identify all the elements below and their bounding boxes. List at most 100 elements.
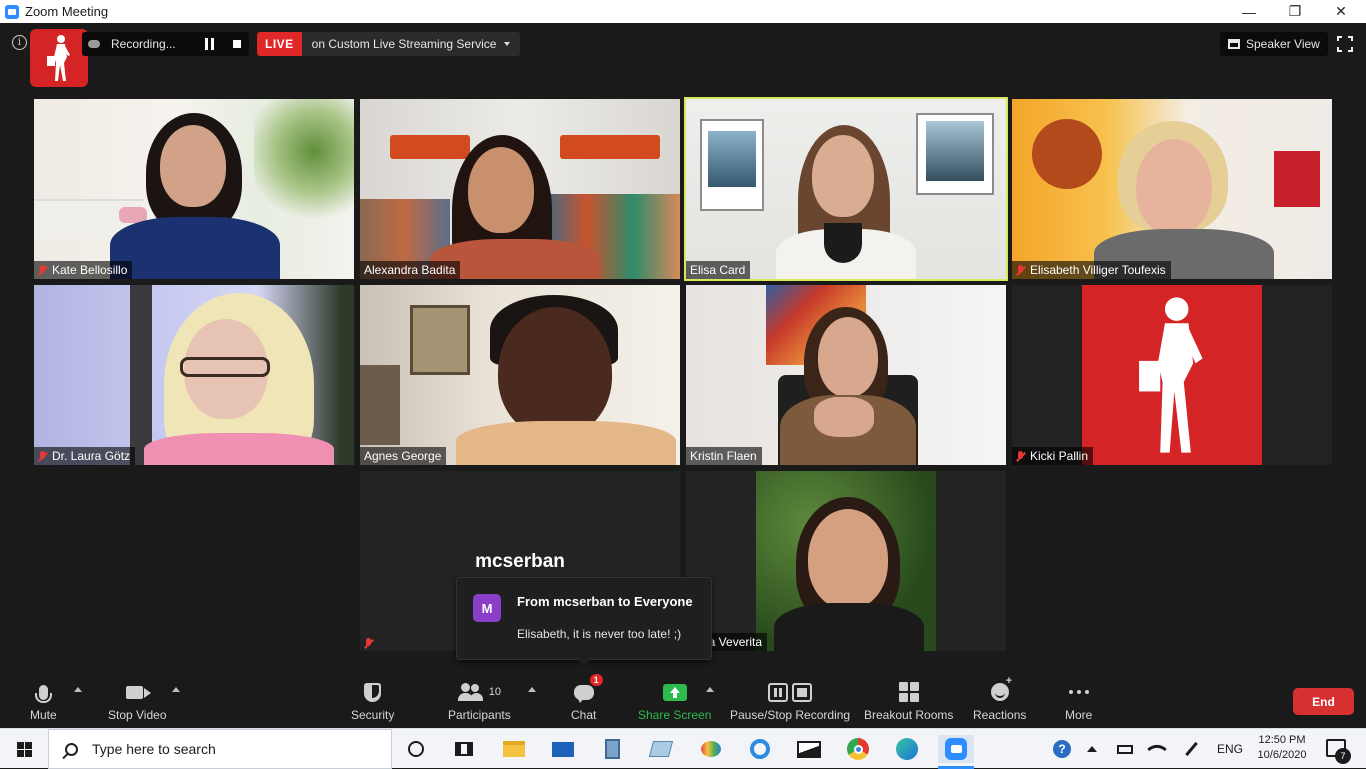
muted-mic-icon — [38, 264, 47, 276]
fullscreen-icon[interactable] — [1337, 36, 1353, 52]
notification-count: 7 — [1335, 748, 1351, 764]
video-tile-kicki-pallin[interactable]: Kicki Pallin — [1012, 285, 1332, 465]
taskbar-search-box[interactable]: Type here to search — [48, 729, 392, 769]
close-button[interactable]: ✕ — [1318, 0, 1364, 23]
breakout-rooms-icon — [898, 682, 919, 702]
share-screen-label: Share Screen — [638, 708, 712, 722]
paint-icon[interactable] — [697, 735, 725, 763]
pen-icon[interactable] — [1180, 729, 1202, 769]
pause-stop-recording-label: Pause/Stop Recording — [730, 708, 851, 722]
participant-name-tag: Elisabeth Villiger Toufexis — [1012, 261, 1171, 279]
participant-name-tag — [360, 636, 383, 651]
chat-label: Chat — [571, 708, 597, 722]
file-explorer-icon[interactable] — [500, 735, 528, 763]
cortana-icon[interactable] — [402, 735, 430, 763]
video-tile-laura-gotz[interactable]: Dr. Laura Götz — [34, 285, 354, 465]
search-placeholder: Type here to search — [92, 741, 216, 757]
participant-name: Kristin Flaen — [690, 449, 757, 463]
security-button[interactable]: Security — [351, 679, 394, 722]
end-meeting-button[interactable]: End — [1293, 688, 1354, 715]
live-badge: LIVE — [257, 32, 302, 56]
clock-time: 12:50 PM — [1258, 734, 1306, 746]
show-hidden-icons-chevron-up-icon[interactable] — [1082, 729, 1102, 769]
participant-name-tag: Agnes George — [360, 447, 447, 465]
edge-icon[interactable] — [893, 735, 921, 763]
more-button[interactable]: More — [1065, 679, 1092, 722]
participant-name: Alexandra Badita — [364, 263, 456, 277]
title-bar: Zoom Meeting — ❐ ✕ — [0, 0, 1366, 23]
speaker-view-button[interactable]: Speaker View — [1220, 32, 1328, 56]
stop-video-button[interactable]: Stop Video — [108, 679, 167, 722]
internet-explorer-icon[interactable] — [746, 735, 774, 763]
participant-name-tag: Kate Bellosillo — [34, 261, 133, 279]
search-icon — [65, 742, 78, 756]
video-tile-elisabeth-villiger-toufexis[interactable]: Elisabeth Villiger Toufexis — [1012, 99, 1332, 279]
cloud-icon — [88, 40, 100, 48]
task-view-icon[interactable] — [450, 735, 478, 763]
participants-button[interactable]: 10 Participants — [448, 679, 511, 722]
photos-icon[interactable] — [795, 735, 823, 763]
calculator-icon[interactable] — [598, 735, 626, 763]
video-camera-icon — [125, 685, 143, 699]
window-title: Zoom Meeting — [25, 4, 109, 19]
battery-icon[interactable] — [1114, 729, 1136, 769]
help-icon[interactable]: ? — [1050, 729, 1074, 769]
share-screen-icon — [662, 683, 687, 701]
pause-stop-recording-button[interactable]: Pause/Stop Recording — [730, 679, 850, 722]
shield-icon — [364, 682, 382, 702]
input-language[interactable]: ENG — [1212, 729, 1248, 769]
unread-chat-badge: 1 — [589, 674, 603, 686]
video-tile-kristin-flaen[interactable]: Kristin Flaen — [686, 285, 1006, 465]
participant-name-tag: Kristin Flaen — [686, 447, 762, 465]
start-button[interactable] — [0, 729, 48, 769]
share-screen-button[interactable]: Share Screen — [638, 679, 711, 722]
system-clock[interactable]: 12:50 PM 10/6/2020 — [1248, 733, 1316, 763]
video-tile-agnes-george[interactable]: Agnes George — [360, 285, 680, 465]
video-tile-alexandra-badita[interactable]: Alexandra Badita — [360, 99, 680, 279]
recording-indicator: Recording... — [82, 32, 249, 56]
meeting-toolbar: Mute Stop Video Security 10 Participants… — [0, 673, 1366, 728]
stop-recording-icon[interactable] — [233, 40, 241, 48]
sticky-notes-icon[interactable] — [647, 735, 675, 763]
chat-sender-line: From mcserban to Everyone — [517, 594, 693, 609]
view-icon — [1228, 39, 1240, 49]
zoom-app-icon — [5, 4, 19, 19]
chat-button[interactable]: 1 Chat — [571, 674, 603, 722]
video-tile-elisa-card-active-speaker[interactable]: Elisa Card — [684, 97, 1008, 281]
muted-mic-icon — [364, 638, 373, 649]
chevron-down-icon[interactable] — [504, 42, 511, 46]
microphone-icon — [34, 684, 52, 703]
mail-icon[interactable] — [549, 735, 577, 763]
chat-notification[interactable]: M From mcserban to Everyone Elisabeth, i… — [456, 577, 712, 666]
meeting-info-icon[interactable]: i — [12, 35, 27, 50]
more-label: More — [1065, 708, 1093, 722]
participants-options-caret[interactable] — [528, 687, 536, 692]
breakout-rooms-button[interactable]: Breakout Rooms — [864, 679, 953, 722]
zoom-taskbar-icon[interactable] — [938, 735, 974, 763]
participant-name: Elisa Card — [690, 263, 746, 277]
restore-button[interactable]: ❐ — [1272, 0, 1318, 23]
participant-name: Elisabeth Villiger Toufexis — [1030, 263, 1166, 277]
participant-display-name: mcserban — [475, 551, 565, 572]
audio-options-caret[interactable] — [74, 687, 82, 692]
mute-button[interactable]: Mute — [30, 679, 57, 722]
sender-avatar: M — [473, 594, 501, 622]
pause-recording-icon[interactable] — [205, 38, 214, 50]
chrome-icon[interactable] — [844, 735, 872, 763]
live-stream-indicator[interactable]: LIVE on Custom Live Streaming Service — [257, 32, 521, 56]
smiley-icon — [990, 675, 1012, 701]
share-options-caret[interactable] — [706, 687, 714, 692]
video-options-caret[interactable] — [172, 687, 180, 692]
participant-name: Agnes George — [364, 449, 442, 463]
minimize-button[interactable]: — — [1226, 0, 1272, 23]
clock-date: 10/6/2020 — [1257, 749, 1307, 761]
video-tile-gina-veverita[interactable]: Gina Veverita — [686, 471, 1006, 651]
participant-name-tag: Dr. Laura Götz — [34, 447, 136, 465]
participant-name-tag: Kicki Pallin — [1012, 447, 1094, 465]
wifi-icon[interactable] — [1146, 729, 1168, 769]
recording-label: Recording... — [111, 37, 176, 51]
meeting-area: i Recording... LIVE on Custom Live Strea… — [0, 23, 1366, 673]
video-tile-kate-bellosillo[interactable]: Kate Bellosillo — [34, 99, 354, 279]
reactions-button[interactable]: Reactions — [973, 675, 1026, 722]
profile-picture — [1082, 285, 1262, 465]
